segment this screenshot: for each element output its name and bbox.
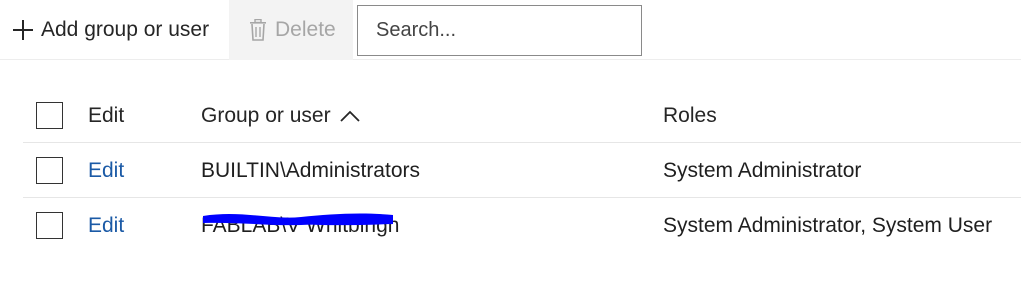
add-group-or-user-label: Add group or user	[41, 18, 210, 41]
row-checkbox[interactable]	[36, 157, 63, 184]
plus-icon	[12, 19, 34, 41]
permissions-table: Edit Group or user Roles Edit BUILTIN\Ad…	[23, 88, 1021, 253]
table-row: Edit FABLAB\V Whitbingh System Administr…	[23, 198, 1021, 253]
redaction-scribble	[203, 213, 393, 225]
roles-cell: System Administrator	[663, 158, 862, 182]
trash-icon	[250, 19, 266, 41]
table-header-row: Edit Group or user Roles	[23, 88, 1021, 143]
group-or-user-cell: BUILTIN\Administrators	[201, 158, 420, 182]
roles-cell: System Administrator, System User	[663, 213, 993, 237]
select-all-checkbox[interactable]	[36, 102, 63, 129]
redacted-user-name: FABLAB\V Whitbingh	[201, 213, 399, 238]
column-header-edit: Edit	[88, 103, 125, 127]
table-row: Edit BUILTIN\Administrators System Admin…	[23, 143, 1021, 198]
add-group-or-user-button[interactable]: Add group or user	[0, 0, 228, 60]
search-input[interactable]	[357, 5, 642, 56]
edit-link[interactable]: Edit	[88, 214, 124, 238]
chevron-up-icon	[339, 110, 360, 122]
delete-label: Delete	[275, 18, 336, 41]
column-header-roles: Roles	[663, 103, 717, 127]
delete-button[interactable]: Delete	[229, 0, 353, 60]
group-or-user-cell: FABLAB\V Whitbingh	[201, 198, 399, 253]
row-checkbox[interactable]	[36, 212, 63, 239]
column-header-group-or-user[interactable]: Group or user	[201, 88, 361, 143]
column-header-group-label: Group or user	[201, 103, 331, 127]
toolbar: Add group or user Delete	[0, 0, 1021, 60]
edit-link[interactable]: Edit	[88, 159, 124, 183]
